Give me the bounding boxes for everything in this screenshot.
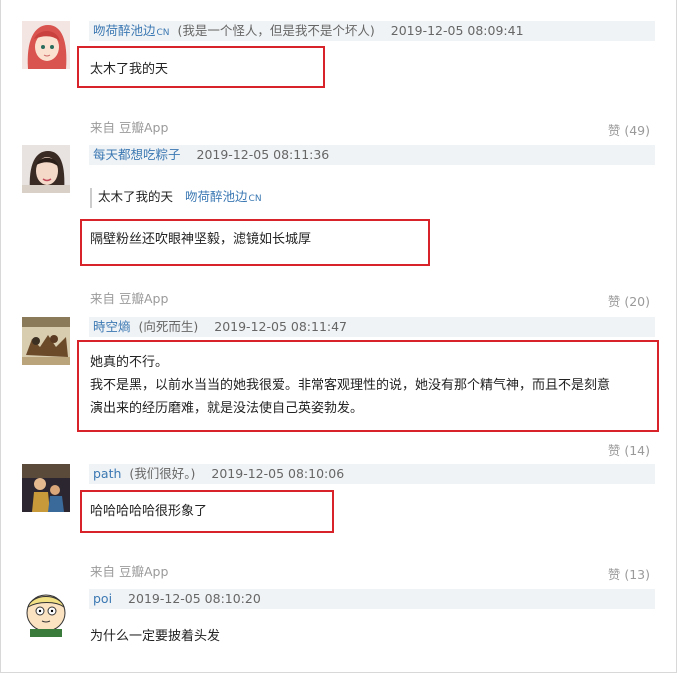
- comment-content: 为什么一定要披着头发: [90, 629, 221, 644]
- avatar[interactable]: [22, 464, 70, 512]
- comment-time: 2019-12-05 08:10:06: [211, 466, 345, 481]
- quoted-reply: 太木了我的天 吻荷醉池边CN: [90, 188, 262, 208]
- like-button[interactable]: 赞 (49): [608, 120, 650, 139]
- highlight-box: [77, 46, 325, 88]
- comment-meta: poi 2019-12-05 08:10:20: [89, 589, 655, 609]
- cn-badge: CN: [248, 194, 262, 204]
- comment-meta: 每天都想吃粽子 2019-12-05 08:11:36: [89, 145, 655, 165]
- highlight-box: [80, 219, 430, 266]
- comment-source: 来自 豆瓣App: [90, 564, 169, 579]
- comment-meta: 時空熵 (向死而生) 2019-12-05 08:11:47: [89, 317, 655, 337]
- comment-time: 2019-12-05 08:10:20: [128, 591, 261, 606]
- comment-list: 吻荷醉池边CN (我是一个怪人，但是我不是个坏人) 2019-12-05 08:…: [0, 0, 677, 673]
- user-signature: (向死而生): [138, 319, 199, 334]
- username-link[interactable]: path: [93, 466, 121, 481]
- cn-badge: CN: [156, 28, 170, 38]
- comment-time: 2019-12-05 08:11:36: [196, 147, 330, 162]
- highlight-box: [77, 340, 659, 432]
- avatar[interactable]: [22, 589, 70, 637]
- like-button[interactable]: 赞 (13): [608, 564, 650, 583]
- user-signature: (我是一个怪人，但是我不是个坏人): [177, 23, 375, 38]
- avatar[interactable]: [22, 145, 70, 193]
- username-link[interactable]: 每天都想吃粽子: [93, 147, 181, 162]
- avatar[interactable]: [22, 317, 70, 365]
- user-signature: (我们很好。): [129, 466, 196, 481]
- username-link[interactable]: poi: [93, 591, 112, 606]
- comment-meta: path (我们很好。) 2019-12-05 08:10:06: [89, 464, 655, 484]
- comment-source: 来自 豆瓣App: [90, 120, 169, 135]
- avatar[interactable]: [22, 21, 70, 69]
- comment-time: 2019-12-05 08:11:47: [214, 319, 348, 334]
- highlight-box: [80, 490, 334, 533]
- comment-time: 2019-12-05 08:09:41: [390, 23, 524, 38]
- username-link[interactable]: 吻荷醉池边: [93, 23, 156, 38]
- like-button[interactable]: 赞 (14): [608, 440, 650, 459]
- like-button[interactable]: 赞 (20): [608, 291, 650, 310]
- quoted-username-link[interactable]: 吻荷醉池边: [185, 189, 248, 204]
- quoted-text: 太木了我的天: [98, 189, 174, 204]
- comment-meta: 吻荷醉池边CN (我是一个怪人，但是我不是个坏人) 2019-12-05 08:…: [89, 21, 655, 41]
- username-link[interactable]: 時空熵: [93, 319, 131, 334]
- comment-source: 来自 豆瓣App: [90, 291, 169, 306]
